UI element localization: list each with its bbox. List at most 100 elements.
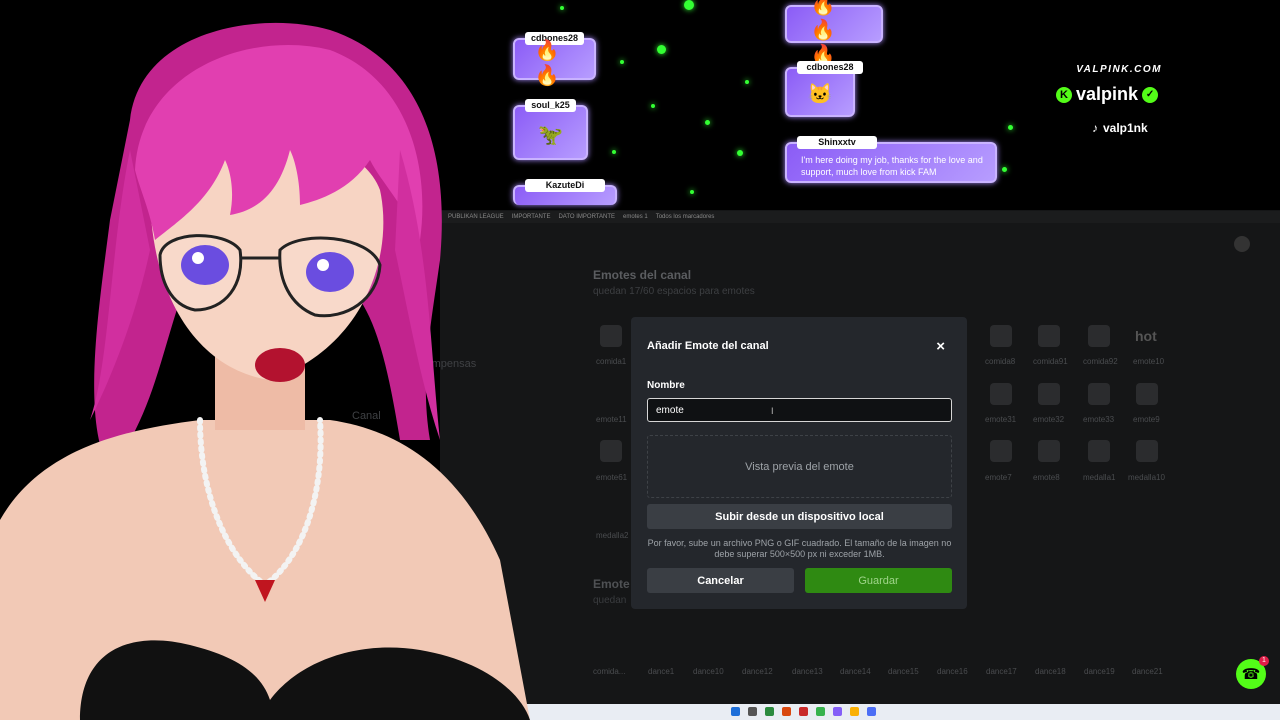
tiktok-brand: ♪ valp1nk (1092, 121, 1148, 135)
emote-label: emote31 (985, 415, 1017, 424)
emote-label: medalla10 (1128, 473, 1165, 482)
emote-thumbnail[interactable] (1136, 383, 1158, 405)
light-particle (705, 120, 710, 125)
emote-thumbnail[interactable] (1136, 440, 1158, 462)
light-particle (657, 45, 666, 54)
emote-thumbnail[interactable] (600, 325, 622, 347)
name-label: Nombre (647, 380, 685, 391)
dino-emote-icon: 🦖 (538, 124, 563, 146)
app-icon[interactable] (799, 707, 808, 716)
site-url: VALPINK.COM (1076, 64, 1162, 75)
user-avatar[interactable] (1234, 236, 1250, 252)
verified-icon: ✓ (1142, 86, 1159, 103)
app-icon[interactable] (850, 707, 859, 716)
light-particle (612, 150, 616, 154)
app-icon[interactable] (833, 707, 842, 716)
app-icon[interactable] (782, 707, 791, 716)
section-title: Emote (593, 577, 630, 591)
chat-message: I'm here doing my job, thanks for the lo… (801, 155, 983, 177)
emote-thumbnail[interactable] (1038, 325, 1060, 347)
emote-thumbnail[interactable] (1088, 325, 1110, 347)
notification-badge: 1 (1259, 656, 1269, 666)
emote-label: dance13 (792, 667, 823, 676)
emote-thumbnail[interactable] (600, 440, 622, 462)
light-particle (651, 104, 655, 108)
kick-brand: K valpink ✓ (1056, 84, 1159, 105)
support-chat-button[interactable]: ☎ 1 (1236, 656, 1269, 689)
app-icon[interactable] (867, 707, 876, 716)
search-icon[interactable] (748, 707, 757, 716)
bookmark-item[interactable]: Todos los marcadores (656, 214, 715, 220)
emote-thumbnail[interactable] (1038, 440, 1060, 462)
stream-scene: { "overlay": { "site": "VALPINK.COM", "b… (0, 0, 1280, 720)
emote-label: dance10 (693, 667, 724, 676)
bookmark-item[interactable]: DATO IMPORTANTE (558, 214, 615, 220)
emote-preview: Vista previa del emote (647, 435, 952, 498)
emote-label: dance15 (888, 667, 919, 676)
left-eye (181, 245, 229, 285)
page-title: Emotes del canal (593, 268, 692, 282)
cancel-button[interactable]: Cancelar (647, 568, 794, 593)
emote-label: medalla1 (1083, 473, 1116, 482)
emote-label: emote61 (596, 473, 628, 482)
upload-help-text: Por favor, sube un archivo PNG o GIF cua… (647, 538, 952, 559)
emote-thumbnail[interactable] (990, 440, 1012, 462)
emote-label: dance21 (1132, 667, 1163, 676)
emote-label: emote32 (1033, 415, 1065, 424)
emote-label: comida92 (1083, 357, 1118, 366)
brand-name: valpink (1076, 84, 1139, 104)
emote-label: emote10 (1133, 357, 1165, 366)
eye-highlight (192, 252, 204, 264)
fire-emote-icon: 🔥🔥🔥 (810, 0, 836, 67)
emote-label: comida1 (596, 357, 627, 366)
chat-username: Shinxxtv (797, 136, 877, 149)
emote-label: emote9 (1133, 415, 1160, 424)
start-icon[interactable] (731, 707, 740, 716)
headset-icon: ☎ (1241, 666, 1261, 683)
system-clock (1267, 705, 1268, 711)
hot-emote: hot (1135, 328, 1157, 344)
bookmark-item[interactable]: emotes 1 (623, 214, 648, 220)
light-particle (737, 150, 743, 156)
save-button[interactable]: Guardar (805, 568, 952, 593)
emote-thumbnail[interactable] (1038, 383, 1060, 405)
light-particle (620, 60, 624, 64)
emote-label: dance14 (840, 667, 871, 676)
emote-thumbnail[interactable] (990, 325, 1012, 347)
light-particle (1008, 125, 1013, 130)
vtuber-avatar (0, 22, 530, 720)
emote-label: emote33 (1083, 415, 1115, 424)
emote-name-input[interactable] (647, 398, 952, 422)
light-particle (1002, 167, 1007, 172)
text-cursor-icon: I (771, 406, 774, 416)
cat-emote-icon: 🐱 (807, 83, 833, 106)
right-eye (306, 252, 354, 292)
tiktok-logo-icon: ♪ (1092, 121, 1098, 135)
emote-label: dance17 (986, 667, 1017, 676)
emote-label: emote7 (985, 473, 1012, 482)
emote-label: dance16 (937, 667, 968, 676)
light-particle (560, 6, 564, 10)
light-particle (745, 80, 749, 84)
emote-thumbnail[interactable] (990, 383, 1012, 405)
light-particle (690, 190, 694, 194)
fire-emote-icon: 🔥🔥 (534, 40, 560, 87)
emote-label: emote11 (596, 415, 627, 424)
chat-bubble: Shinxxtv I'm here doing my job, thanks f… (785, 136, 997, 183)
page-subtitle: quedan 17/60 espacios para emotes (593, 286, 755, 297)
emote-thumbnail[interactable] (1088, 440, 1110, 462)
close-icon[interactable]: × (936, 338, 945, 355)
chat-bubble: 🔥🔥🔥 (785, 0, 883, 67)
emote-thumbnail[interactable] (1088, 383, 1110, 405)
app-icon[interactable] (816, 707, 825, 716)
bookmarks-bar: PUBLIKAN LEAGUE IMPORTANTE DATO IMPORTAN… (440, 211, 1280, 223)
tiktok-handle: valp1nk (1103, 121, 1148, 135)
upload-local-button[interactable]: Subir desde un dispositivo local (647, 504, 952, 529)
emote-label: dance18 (1035, 667, 1066, 676)
chrome-icon[interactable] (765, 707, 774, 716)
mouth (255, 348, 305, 382)
emote-label: emote8 (1033, 473, 1060, 482)
dialog-title: Añadir Emote del canal (647, 340, 769, 352)
emote-label: dance1 (648, 667, 675, 676)
kick-logo-icon: K (1056, 86, 1072, 103)
